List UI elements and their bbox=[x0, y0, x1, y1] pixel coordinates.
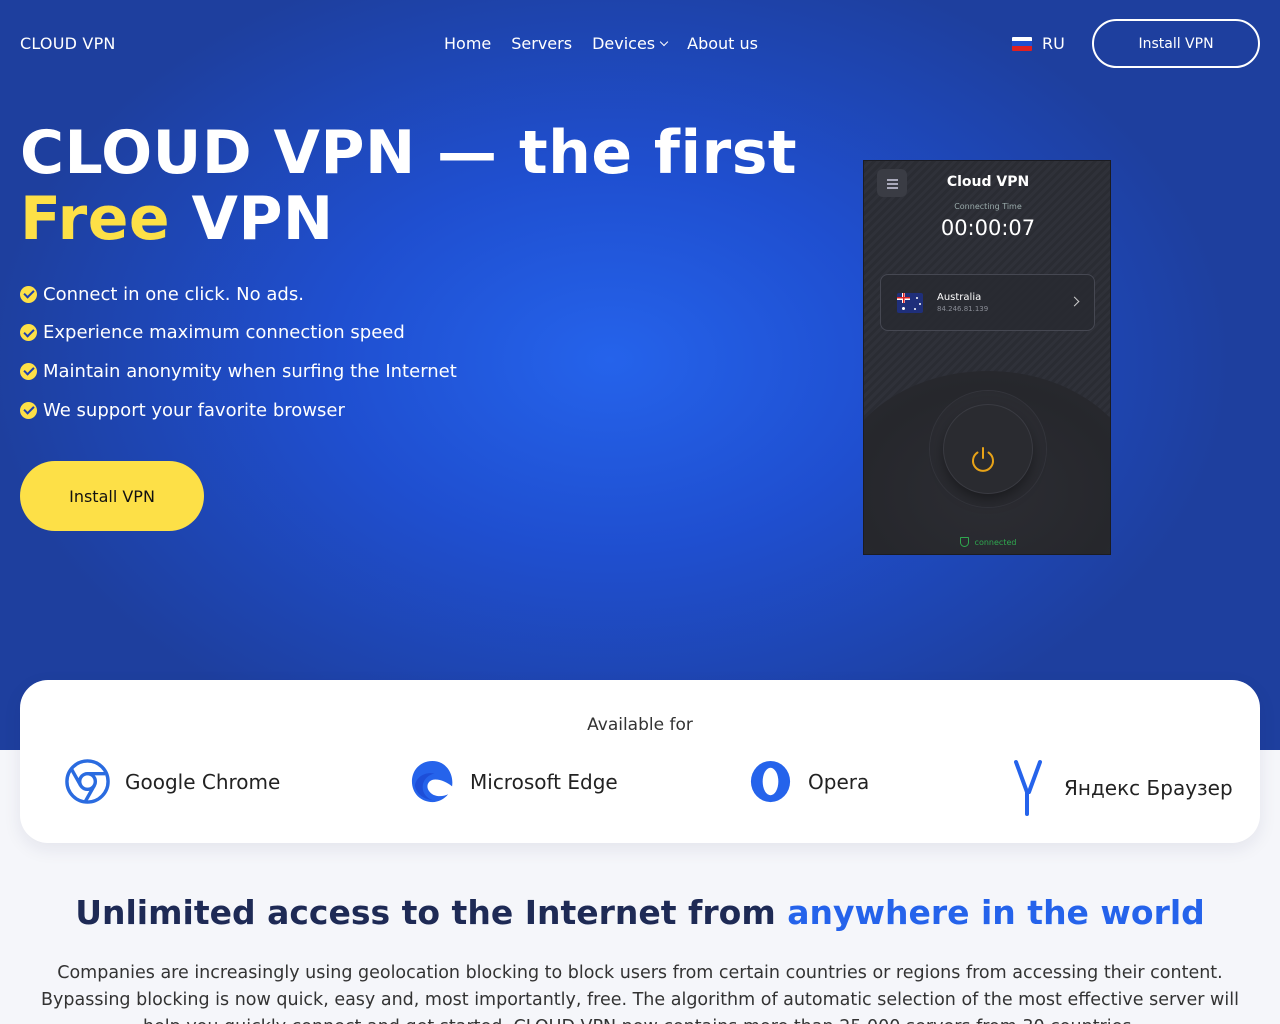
browser-opera[interactable]: Opera bbox=[747, 758, 869, 805]
russia-flag-icon bbox=[1012, 36, 1032, 51]
australia-flag-icon bbox=[897, 293, 923, 313]
hero-section: CLOUD VPN Home Servers Devices About us … bbox=[0, 0, 1280, 750]
nav-home[interactable]: Home bbox=[444, 34, 491, 53]
server-ip: 84.246.81.139 bbox=[937, 305, 989, 313]
browser-chrome[interactable]: Google Chrome bbox=[64, 758, 280, 805]
browser-name: Яндекс Браузер bbox=[1064, 776, 1233, 800]
section-title-highlight: anywhere in the world bbox=[787, 893, 1205, 932]
app-preview-screenshot: Cloud VPN Connecting Time 00:00:07 Austr… bbox=[863, 160, 1111, 555]
server-card: Australia 84.246.81.139 bbox=[880, 274, 1095, 331]
feature-item: Experience maximum connection speed bbox=[20, 321, 457, 345]
power-icon bbox=[972, 447, 994, 472]
hero-title-line1: CLOUD VPN — the first bbox=[20, 118, 798, 188]
yandex-icon bbox=[1014, 760, 1042, 816]
connection-status: connected bbox=[864, 537, 1110, 547]
browser-name: Opera bbox=[808, 769, 870, 794]
available-for-card: Available for Google Chrome Microsoft Ed… bbox=[20, 680, 1260, 843]
feature-text: Maintain anonymity when surfing the Inte… bbox=[43, 360, 457, 382]
browser-name: Microsoft Edge bbox=[470, 769, 618, 794]
section-description: Companies are increasingly using geoloca… bbox=[41, 963, 1239, 1024]
feature-text: Experience maximum connection speed bbox=[43, 322, 405, 344]
chrome-icon bbox=[65, 759, 110, 804]
nav-devices[interactable]: Devices bbox=[592, 34, 669, 53]
edge-icon bbox=[411, 760, 453, 803]
hero-title: CLOUD VPN — the first Free VPN bbox=[20, 120, 797, 252]
language-label: RU bbox=[1042, 34, 1065, 53]
check-icon bbox=[20, 324, 37, 342]
hero-title-rest: VPN bbox=[170, 184, 334, 254]
feature-text: We support your favorite browser bbox=[43, 399, 345, 421]
connecting-time-label: Connecting Time bbox=[954, 202, 1022, 211]
connection-timer: 00:00:07 bbox=[940, 216, 1036, 240]
shield-icon bbox=[959, 537, 969, 547]
feature-item: We support your favorite browser bbox=[20, 398, 457, 422]
nav-servers[interactable]: Servers bbox=[511, 34, 572, 53]
opera-icon bbox=[750, 760, 791, 803]
feature-text: Connect in one click. No ads. bbox=[43, 283, 304, 305]
browser-name: Google Chrome bbox=[125, 769, 281, 794]
nav-about[interactable]: About us bbox=[687, 34, 758, 53]
install-vpn-header-button[interactable]: Install VPN bbox=[1092, 19, 1260, 68]
language-switcher[interactable]: RU bbox=[1012, 34, 1065, 53]
feature-item: Connect in one click. No ads. bbox=[20, 282, 457, 306]
chevron-down-icon bbox=[659, 37, 669, 46]
chevron-right-icon bbox=[1069, 296, 1080, 307]
main-menu: Home Servers Devices About us bbox=[444, 34, 758, 53]
browser-yandex[interactable]: Яндекс Браузер bbox=[1010, 758, 1233, 818]
feature-item: Maintain anonymity when surfing the Inte… bbox=[20, 359, 457, 383]
feature-list: Connect in one click. No ads. Experience… bbox=[20, 282, 457, 437]
logo[interactable]: CLOUD VPN bbox=[20, 34, 116, 53]
check-icon bbox=[20, 285, 37, 303]
app-title: Cloud VPN bbox=[946, 174, 1030, 190]
install-vpn-hero-button[interactable]: Install VPN bbox=[20, 461, 204, 531]
section-title: Unlimited access to the Internet from an… bbox=[0, 893, 1280, 932]
top-navigation: CLOUD VPN Home Servers Devices About us … bbox=[0, 0, 1280, 88]
check-icon bbox=[20, 401, 37, 419]
hero-title-highlight: Free bbox=[20, 184, 171, 254]
nav-devices-label: Devices bbox=[592, 34, 656, 53]
status-text: connected bbox=[974, 537, 1017, 547]
available-title: Available for bbox=[587, 715, 693, 735]
server-name: Australia bbox=[937, 292, 982, 303]
section-title-start: Unlimited access to the Internet from bbox=[75, 893, 788, 932]
check-icon bbox=[20, 362, 37, 380]
browser-edge[interactable]: Microsoft Edge bbox=[409, 758, 618, 805]
